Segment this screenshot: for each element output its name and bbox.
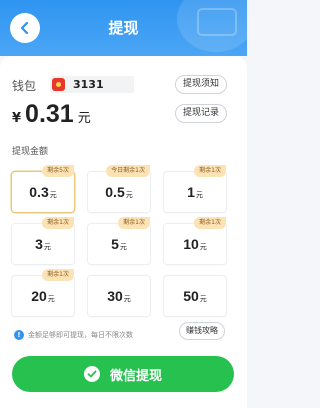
page-title: 提现 xyxy=(108,19,139,37)
withdraw-records-button[interactable]: 提现记录 xyxy=(175,104,228,123)
amount-option[interactable]: 剩余1次 10 元 xyxy=(164,217,226,264)
withdraw-note: ! 金额足够即可提现，每日不限次数 xyxy=(14,330,133,340)
amount-option[interactable]: 50 元 xyxy=(164,276,226,316)
remaining-tag: 剩余1次 xyxy=(42,269,74,281)
amount-value: 50 xyxy=(183,288,199,304)
amount-unit: 元 xyxy=(43,243,51,251)
amount-option[interactable]: 30 元 xyxy=(88,276,150,316)
amount-value: 0.3 xyxy=(29,184,49,200)
amount-unit: 元 xyxy=(125,191,133,199)
amount-unit: 元 xyxy=(195,191,203,199)
wallet-account: 3131 xyxy=(50,76,134,93)
red-envelope-icon xyxy=(52,78,65,91)
wallet-id-text: 3131 xyxy=(73,78,104,91)
balance-display: ¥ 0.31 元 xyxy=(12,100,91,129)
remaining-tag: 剩余1次 xyxy=(194,165,226,177)
amount-value: 5 xyxy=(111,236,119,252)
remaining-tag: 剩余5次 xyxy=(42,165,74,177)
balance-amount: 0.31 xyxy=(25,100,74,128)
amount-option[interactable]: 剩余1次 1元 xyxy=(164,165,226,212)
remaining-tag: 剩余1次 xyxy=(42,217,74,229)
amount-section-label: 提现金额 xyxy=(12,147,49,157)
amount-unit: 元 xyxy=(47,295,55,303)
remaining-tag: 剩余1次 xyxy=(118,217,150,229)
wechat-withdraw-label: 微信提现 xyxy=(109,368,162,384)
note-text: 金额足够即可提现，每日不限次数 xyxy=(28,331,133,339)
amount-unit: 元 xyxy=(199,243,207,251)
amount-value: 1 xyxy=(187,184,195,200)
amount-value: 10 xyxy=(183,236,199,252)
amount-option[interactable]: 今日剩余1次 0.5 元 xyxy=(88,165,150,212)
wechat-withdraw-button[interactable]: 微信提现 xyxy=(12,356,234,392)
amount-option[interactable]: 剩余5次 0.3 元 xyxy=(12,165,74,212)
remaining-tag: 剩余1次 xyxy=(194,217,226,229)
amount-value: 20 xyxy=(31,288,47,304)
amount-unit: 元 xyxy=(123,295,131,303)
amount-unit: 元 xyxy=(119,243,127,251)
wallet-label: 钱包 xyxy=(12,79,37,93)
amount-option[interactable]: 剩余1次 20 元 xyxy=(12,269,74,316)
amount-value: 30 xyxy=(107,288,123,304)
amount-option[interactable]: 剩余1次 5元 xyxy=(88,217,150,264)
withdraw-notice-button[interactable]: 提现须知 xyxy=(175,75,228,94)
currency-symbol: ¥ xyxy=(12,111,22,126)
amount-value: 0.5 xyxy=(105,184,125,200)
amount-value: 3 xyxy=(35,236,43,252)
amount-option[interactable]: 剩余1次 3元 xyxy=(12,217,74,264)
amount-unit: 元 xyxy=(199,295,207,303)
info-icon: ! xyxy=(14,330,24,340)
earning-strategy-button[interactable]: 赚钱攻略 xyxy=(179,322,225,340)
balance-unit: 元 xyxy=(77,111,91,126)
remaining-tag: 今日剩余1次 xyxy=(106,165,150,177)
header-bar: 提现 xyxy=(0,0,247,56)
amount-unit: 元 xyxy=(49,191,57,199)
checkmark-icon xyxy=(83,366,100,382)
